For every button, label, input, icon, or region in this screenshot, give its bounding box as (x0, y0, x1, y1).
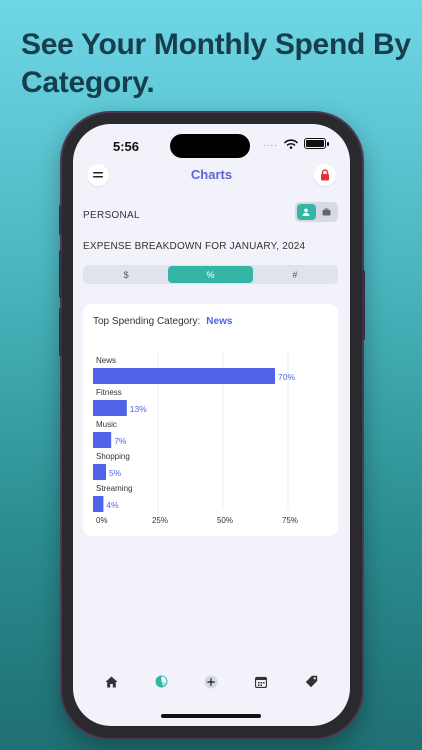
bar-fitness (93, 400, 127, 416)
business-toggle-option[interactable] (318, 204, 337, 220)
lock-icon (321, 169, 329, 181)
home-icon (105, 676, 118, 687)
x-tick-label: 50% (217, 516, 233, 525)
status-icons: .... (262, 138, 329, 149)
bar-news (93, 368, 275, 384)
calendar-icon (255, 676, 268, 688)
plus-icon (204, 675, 218, 688)
x-tick-label: 25% (152, 516, 168, 525)
bar-value-label: 7% (114, 436, 127, 446)
status-time: 5:56 (113, 139, 140, 154)
battery-icon (304, 138, 329, 149)
account-label: PERSONAL (83, 210, 140, 221)
bar-category-label: Music (96, 420, 117, 429)
side-button (59, 205, 62, 235)
tab-home[interactable] (104, 674, 120, 690)
bar-shopping (93, 464, 106, 480)
page-title: Charts (190, 167, 233, 182)
x-tick-label: 0% (96, 516, 108, 525)
x-tick-label: 75% (282, 516, 298, 525)
tab-bar (73, 669, 350, 694)
briefcase-icon (322, 208, 331, 216)
tab-tags[interactable] (303, 674, 319, 690)
personal-toggle-option[interactable] (297, 204, 316, 220)
segment-count[interactable]: # (253, 266, 337, 283)
bar-value-label: 13% (130, 404, 147, 414)
bar-value-label: 4% (106, 500, 119, 510)
spending-bar-chart: News 70% Fitness 13% Music 7% Shopping 5% Stream… (93, 352, 298, 525)
bar-streaming (93, 496, 104, 512)
headline: See Your Monthly Spend By Category. (21, 28, 411, 99)
tag-icon (305, 675, 317, 688)
bar-value-label: 70% (278, 372, 295, 382)
account-toggle (295, 202, 338, 222)
unit-segmented-control: $ % # (83, 265, 338, 284)
phone-screen: 5:56 .... Charts PERSONAL EXPENSE BREAKD… (73, 124, 350, 726)
bar-value-label: 5% (109, 468, 122, 478)
tab-add[interactable] (203, 674, 219, 690)
power-button (362, 270, 365, 340)
person-icon (302, 208, 310, 216)
signal-dots: .... (262, 138, 278, 149)
tab-calendar[interactable] (253, 674, 269, 690)
bar-category-label: Streaming (96, 484, 132, 493)
tab-charts[interactable] (154, 674, 170, 690)
dynamic-island (170, 134, 250, 158)
bar-category-label: Shopping (96, 452, 130, 461)
segment-dollar[interactable]: $ (84, 266, 168, 283)
pie-chart-icon (155, 675, 168, 688)
segment-percent[interactable]: % (168, 266, 253, 283)
expense-title: EXPENSE BREAKDOWN FOR JANUARY, 2024 (83, 241, 306, 252)
wifi-icon (284, 138, 298, 149)
lock-button[interactable] (314, 164, 336, 186)
chart-card: Top Spending Category: News News 70% Fitnes… (83, 304, 338, 536)
volume-up-button (59, 250, 62, 298)
volume-down-button (59, 308, 62, 356)
bar-music (93, 432, 112, 448)
bar-category-label: News (96, 356, 116, 365)
home-indicator (161, 714, 261, 718)
bar-category-label: Fitness (96, 388, 122, 397)
